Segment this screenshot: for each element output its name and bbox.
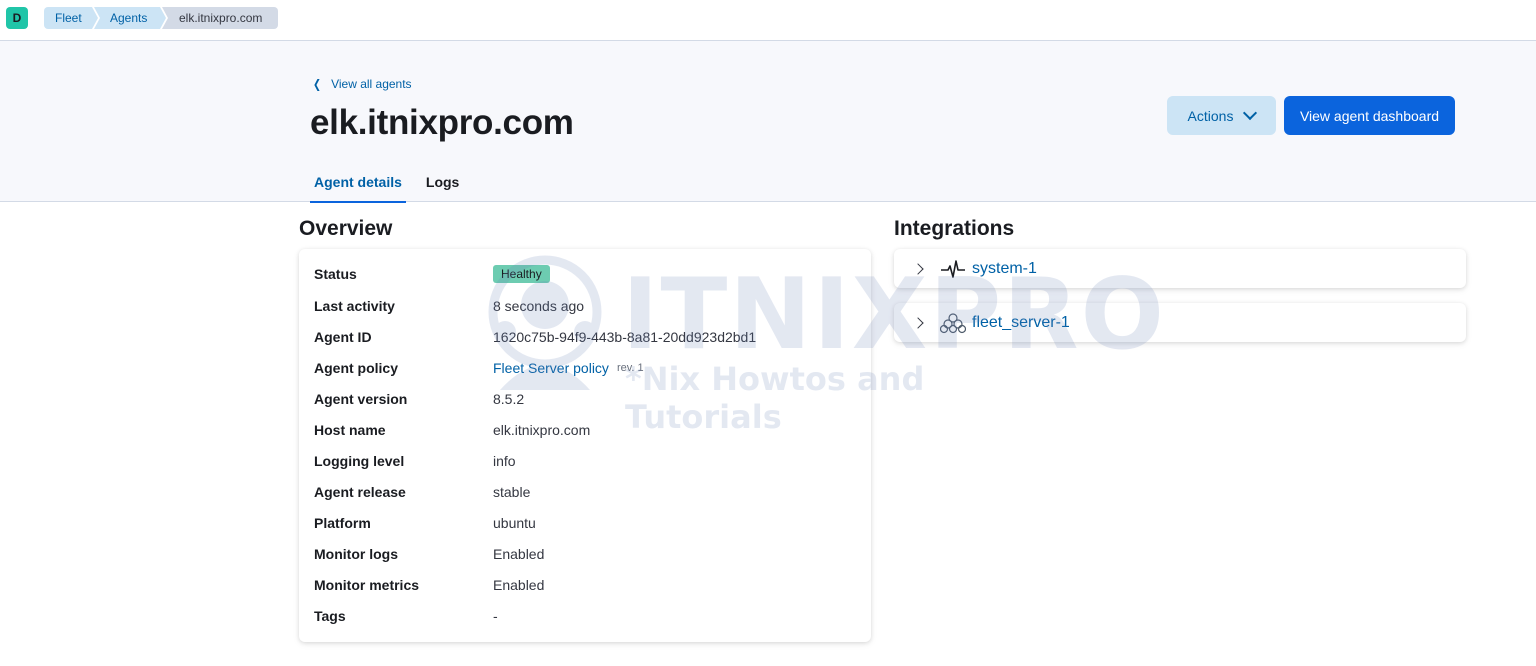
detail-label: Status — [314, 266, 357, 282]
space-avatar[interactable]: D — [6, 7, 28, 29]
detail-row-status: Status Healthy — [314, 264, 854, 284]
actions-button-label: Actions — [1187, 107, 1234, 124]
detail-value: info — [493, 453, 516, 469]
chevron-left-icon: ❮ — [313, 77, 322, 91]
status-badge: Healthy — [493, 265, 550, 283]
tab-bar: Agent details Logs — [310, 165, 479, 203]
policy-revision: rev. 1 — [616, 362, 644, 374]
view-agent-dashboard-button[interactable]: View agent dashboard — [1284, 96, 1455, 135]
detail-value: 1620c75b-94f9-443b-8a81-20dd923d2bd1 — [493, 329, 757, 345]
detail-label: Host name — [314, 422, 386, 438]
integration-item-fleet-server[interactable]: fleet_server-1 — [894, 303, 1466, 342]
detail-row-monitor-logs: Monitor logs Enabled — [314, 544, 854, 564]
detail-label: Agent ID — [314, 329, 372, 345]
detail-row-logging-level: Logging level info — [314, 451, 854, 471]
detail-row-agent-version: Agent version 8.5.2 — [314, 389, 854, 409]
tab-logs[interactable]: Logs — [422, 165, 463, 202]
detail-row-agent-policy: Agent policy Fleet Server policy rev. 1 — [314, 358, 854, 378]
top-bar: D Fleet Agents elk.itnixpro.com — [0, 0, 1536, 41]
detail-value: Enabled — [493, 577, 545, 593]
detail-row-tags: Tags - — [314, 606, 854, 626]
page-header: ❮ View all agents elk.itnixpro.com Actio… — [0, 41, 1536, 203]
actions-button[interactable]: Actions — [1167, 96, 1276, 135]
integrations-heading: Integrations — [894, 217, 1015, 240]
detail-label: Logging level — [314, 453, 405, 469]
detail-value: ubuntu — [493, 515, 536, 531]
tab-agent-details[interactable]: Agent details — [310, 165, 406, 203]
detail-value: Enabled — [493, 546, 545, 562]
integration-item-system[interactable]: system-1 — [894, 249, 1466, 288]
detail-value: - — [493, 608, 498, 624]
back-link-label: View all agents — [331, 77, 412, 91]
detail-label: Tags — [314, 608, 346, 624]
detail-label: Last activity — [314, 298, 395, 314]
overview-panel: Status Healthy Last activity 8 seconds a… — [299, 249, 871, 642]
detail-row-platform: Platform ubuntu — [314, 513, 854, 533]
detail-value: stable — [493, 484, 531, 500]
agent-policy-link[interactable]: Fleet Server policy — [493, 360, 609, 376]
detail-label: Agent release — [314, 484, 406, 500]
chevron-down-icon — [1243, 105, 1258, 121]
breadcrumb-current: elk.itnixpro.com — [162, 7, 278, 29]
detail-label: Platform — [314, 515, 371, 531]
integration-name-link[interactable]: fleet_server-1 — [972, 314, 1070, 332]
detail-value: elk.itnixpro.com — [493, 422, 591, 438]
detail-label: Monitor metrics — [314, 577, 420, 593]
detail-row-last-activity: Last activity 8 seconds ago — [314, 296, 854, 316]
overview-heading: Overview — [299, 217, 393, 240]
view-all-agents-link[interactable]: ❮ View all agents — [312, 77, 412, 91]
detail-row-agent-release: Agent release stable — [314, 482, 854, 502]
pulse-icon — [940, 258, 966, 280]
detail-label: Agent version — [314, 391, 408, 407]
chevron-right-icon[interactable] — [912, 316, 924, 329]
page-title: elk.itnixpro.com — [310, 103, 574, 142]
detail-row-host-name: Host name elk.itnixpro.com — [314, 420, 854, 440]
detail-value: 8.5.2 — [493, 391, 525, 407]
detail-row-monitor-metrics: Monitor metrics Enabled — [314, 575, 854, 595]
detail-value: 8 seconds ago — [493, 298, 585, 314]
fleet-server-icon — [940, 312, 966, 334]
breadcrumb-agents[interactable]: Agents — [94, 7, 166, 29]
breadcrumb: Fleet Agents elk.itnixpro.com — [44, 7, 278, 29]
breadcrumb-fleet[interactable]: Fleet — [44, 7, 98, 29]
chevron-right-icon[interactable] — [912, 262, 924, 275]
detail-row-agent-id: Agent ID 1620c75b-94f9-443b-8a81-20dd923… — [314, 327, 854, 347]
detail-label: Monitor logs — [314, 546, 398, 562]
integration-name-link[interactable]: system-1 — [972, 260, 1037, 278]
detail-label: Agent policy — [314, 360, 399, 376]
